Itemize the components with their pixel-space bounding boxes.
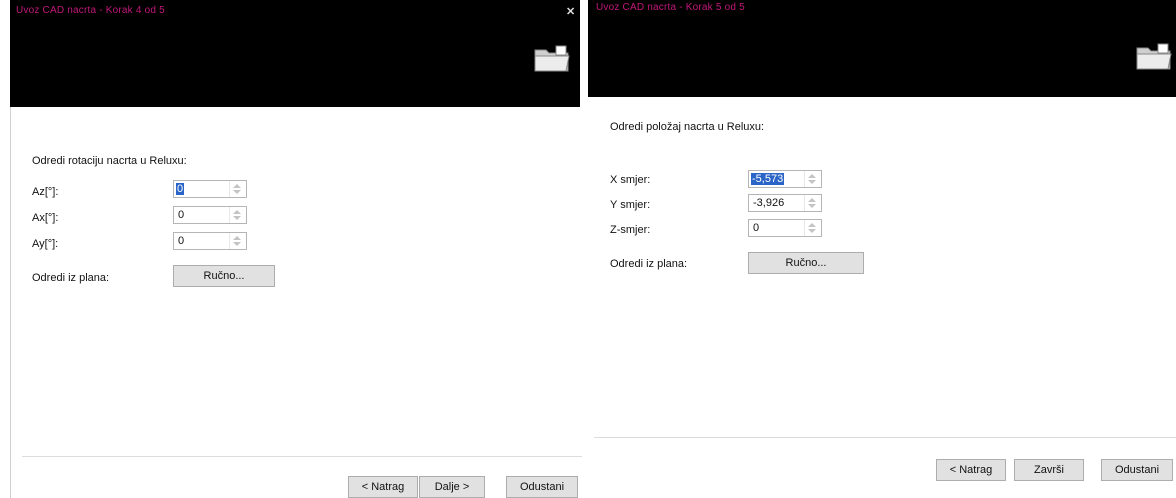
- wizard-step-4: Uvoz CAD nacrta - Korak 4 od 5 Odredi ro…: [0, 0, 588, 498]
- z-value[interactable]: 0: [753, 222, 759, 234]
- spin-arrows-icon[interactable]: [804, 171, 821, 187]
- x-label: X smjer:: [610, 174, 651, 186]
- cancel-button[interactable]: Odustani: [506, 476, 578, 498]
- x-spinner[interactable]: -5,573: [748, 170, 822, 188]
- y-label: Y smjer:: [610, 199, 651, 211]
- wizard-step-5: Uvoz CAD nacrta - Korak 5 od 5 Odredi po…: [588, 0, 1176, 498]
- spin-arrows-icon[interactable]: [229, 207, 246, 223]
- finish-button[interactable]: Završi: [1014, 459, 1084, 481]
- spin-arrows-icon[interactable]: [804, 195, 821, 211]
- close-icon[interactable]: ✕: [566, 5, 575, 18]
- manual-button[interactable]: Ručno...: [173, 265, 275, 287]
- window-title: Uvoz CAD nacrta - Korak 4 od 5: [16, 5, 165, 16]
- az-value[interactable]: 0: [176, 183, 185, 195]
- ax-label: Ax[°]:: [32, 212, 59, 224]
- folder-icon: [534, 45, 570, 72]
- plan-label: Odredi iz plana:: [32, 272, 110, 284]
- manual-button[interactable]: Ručno...: [748, 252, 864, 274]
- wizard-header: Uvoz CAD nacrta - Korak 5 od 5: [588, 0, 1176, 97]
- z-label: Z-smjer:: [610, 224, 651, 236]
- spin-arrows-icon[interactable]: [804, 220, 821, 236]
- back-button[interactable]: < Natrag: [936, 459, 1006, 481]
- spin-arrows-icon[interactable]: [229, 181, 246, 197]
- back-button[interactable]: < Natrag: [348, 476, 418, 498]
- folder-icon: [1136, 43, 1172, 70]
- y-spinner[interactable]: -3,926: [748, 194, 822, 212]
- wizard-header: Uvoz CAD nacrta - Korak 4 od 5: [10, 0, 580, 107]
- cancel-button[interactable]: Odustani: [1101, 459, 1173, 481]
- next-button[interactable]: Dalje >: [419, 476, 485, 498]
- rotation-heading: Odredi rotaciju nacrta u Reluxu:: [32, 155, 187, 167]
- z-spinner[interactable]: 0: [748, 219, 822, 237]
- ay-value[interactable]: 0: [178, 235, 184, 247]
- az-spinner[interactable]: 0: [173, 180, 247, 198]
- y-value[interactable]: -3,926: [753, 197, 784, 209]
- window-title: Uvoz CAD nacrta - Korak 5 od 5: [596, 2, 745, 13]
- ax-spinner[interactable]: 0: [173, 206, 247, 224]
- position-heading: Odredi položaj nacrta u Reluxu:: [610, 121, 765, 133]
- plan-label: Odredi iz plana:: [610, 258, 688, 270]
- footer-separator: [594, 437, 1176, 438]
- spin-arrows-icon[interactable]: [229, 233, 246, 249]
- x-value[interactable]: -5,573: [751, 173, 785, 185]
- footer-separator: [22, 456, 582, 457]
- ay-label: Ay[°]:: [32, 238, 59, 250]
- ay-spinner[interactable]: 0: [173, 232, 247, 250]
- az-label: Az[°]:: [32, 186, 59, 198]
- ax-value[interactable]: 0: [178, 209, 184, 221]
